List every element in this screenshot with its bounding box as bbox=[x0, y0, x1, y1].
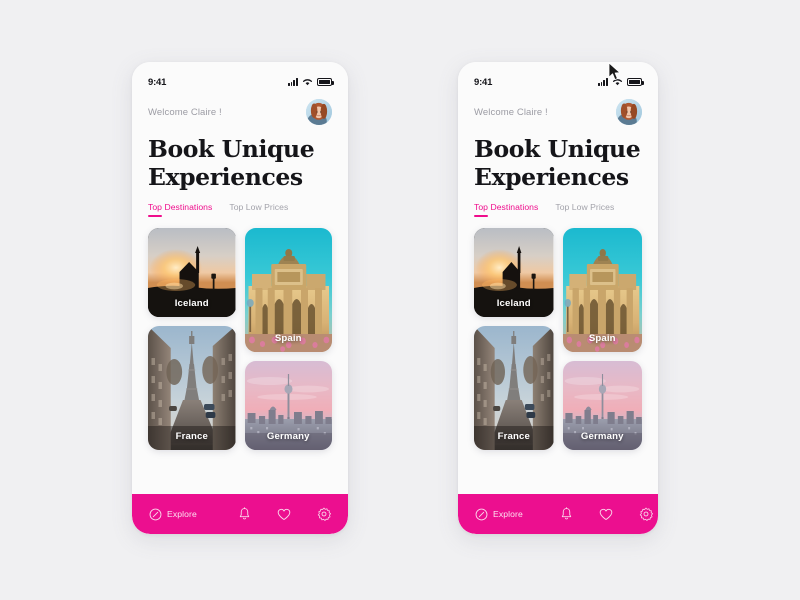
heart-icon bbox=[599, 508, 613, 520]
destination-card-france[interactable]: France bbox=[148, 326, 236, 451]
iceland-label: Iceland bbox=[496, 298, 531, 310]
gear-icon bbox=[317, 507, 331, 521]
france-label: France bbox=[175, 431, 208, 443]
destination-card-iceland[interactable]: Iceland bbox=[474, 228, 554, 318]
nav-explore-label: Explore bbox=[493, 509, 523, 519]
tab-top-destinations[interactable]: Top Destinations bbox=[148, 202, 212, 218]
battery-icon bbox=[317, 78, 334, 86]
destination-card-spain[interactable]: Spain bbox=[244, 228, 332, 353]
spain-label: Spain bbox=[588, 333, 616, 345]
phone-mockup-right: 9:41 Welcome Claire ! Book Unique Experi… bbox=[458, 62, 658, 534]
nav-explore-label: Explore bbox=[167, 509, 197, 519]
gear-icon bbox=[639, 507, 653, 521]
app-screen-right: 9:41 Welcome Claire ! Book Unique Experi… bbox=[458, 62, 658, 534]
page-title: Book Unique Experiences bbox=[132, 125, 348, 191]
nav-item-settings[interactable] bbox=[639, 507, 653, 521]
battery-icon bbox=[627, 78, 644, 86]
destination-card-france[interactable]: France bbox=[474, 326, 554, 451]
page-title-line1: Book Unique bbox=[148, 135, 315, 163]
canvas: 9:41 Welcome Claire ! Book Unique Experi… bbox=[0, 0, 800, 600]
nav-item-favorites[interactable] bbox=[599, 508, 613, 521]
nav-item-notifications[interactable] bbox=[238, 507, 251, 521]
spain-label: Spain bbox=[274, 333, 302, 345]
nav-item-settings[interactable] bbox=[317, 507, 331, 521]
destination-card-spain[interactable]: Spain bbox=[562, 228, 642, 353]
germany-label: Germany bbox=[266, 431, 310, 443]
mouse-cursor-icon bbox=[608, 62, 621, 80]
status-time: 9:41 bbox=[148, 76, 167, 88]
avatar[interactable] bbox=[306, 99, 332, 125]
iceland-label: Iceland bbox=[174, 298, 209, 310]
welcome-row-right: Welcome Claire ! bbox=[458, 90, 658, 125]
status-bar: 9:41 bbox=[132, 62, 348, 90]
page-title-right: Book Unique Experiences bbox=[458, 125, 658, 191]
nav-item-favorites[interactable] bbox=[277, 508, 291, 521]
france-label: France bbox=[497, 431, 530, 443]
wifi-icon bbox=[302, 79, 313, 86]
tab-top-low-prices[interactable]: Top Low Prices bbox=[555, 202, 614, 217]
grid-column-right: Spain Germany bbox=[244, 228, 332, 451]
tab-bar-right: Top Destinations Top Low Prices bbox=[458, 191, 658, 218]
page-title-line2: Experiences bbox=[148, 163, 303, 192]
status-time-right: 9:41 bbox=[474, 76, 493, 88]
nav-item-explore[interactable]: Explore bbox=[149, 508, 197, 521]
signal-bars-icon bbox=[287, 78, 298, 86]
tab-top-destinations[interactable]: Top Destinations bbox=[474, 202, 538, 218]
nav-item-explore[interactable]: Explore bbox=[475, 508, 523, 521]
welcome-text: Welcome Claire ! bbox=[148, 106, 222, 118]
bell-icon bbox=[239, 507, 250, 520]
signal-bars-icon bbox=[597, 78, 608, 86]
grid-column-left: Iceland France bbox=[474, 228, 554, 451]
bottom-nav-bar: Explore bbox=[132, 494, 348, 534]
app-screen-left: 9:41 Welcome Claire ! Book Unique Experi… bbox=[132, 62, 348, 534]
status-icons bbox=[287, 78, 334, 86]
welcome-text-right: Welcome Claire ! bbox=[474, 106, 548, 118]
destination-grid-right: Iceland France Spain Germany bbox=[458, 217, 658, 451]
compass-icon bbox=[149, 508, 162, 520]
phone-mockup-left: 9:41 Welcome Claire ! Book Unique Experi… bbox=[132, 62, 348, 534]
bell-icon bbox=[561, 507, 572, 520]
bottom-nav-bar-right: Explore bbox=[458, 494, 658, 534]
destination-card-germany[interactable]: Germany bbox=[562, 361, 642, 451]
destination-card-iceland[interactable]: Iceland bbox=[148, 228, 236, 318]
heart-icon bbox=[277, 508, 291, 520]
avatar-right[interactable] bbox=[616, 99, 642, 125]
germany-label: Germany bbox=[580, 431, 624, 443]
status-bar-right: 9:41 bbox=[458, 62, 658, 90]
destination-card-germany[interactable]: Germany bbox=[244, 361, 332, 451]
destination-grid: Iceland France Spain Germany bbox=[132, 217, 348, 451]
nav-item-notifications[interactable] bbox=[560, 507, 573, 521]
tab-bar: Top Destinations Top Low Prices bbox=[132, 191, 348, 218]
tab-top-low-prices[interactable]: Top Low Prices bbox=[229, 202, 288, 217]
page-title-line2: Experiences bbox=[474, 163, 629, 192]
welcome-row: Welcome Claire ! bbox=[132, 90, 348, 125]
grid-column-left: Iceland France bbox=[148, 228, 236, 451]
compass-icon bbox=[475, 508, 488, 520]
page-title-line1: Book Unique bbox=[474, 135, 641, 163]
grid-column-right: Spain Germany bbox=[562, 228, 642, 451]
